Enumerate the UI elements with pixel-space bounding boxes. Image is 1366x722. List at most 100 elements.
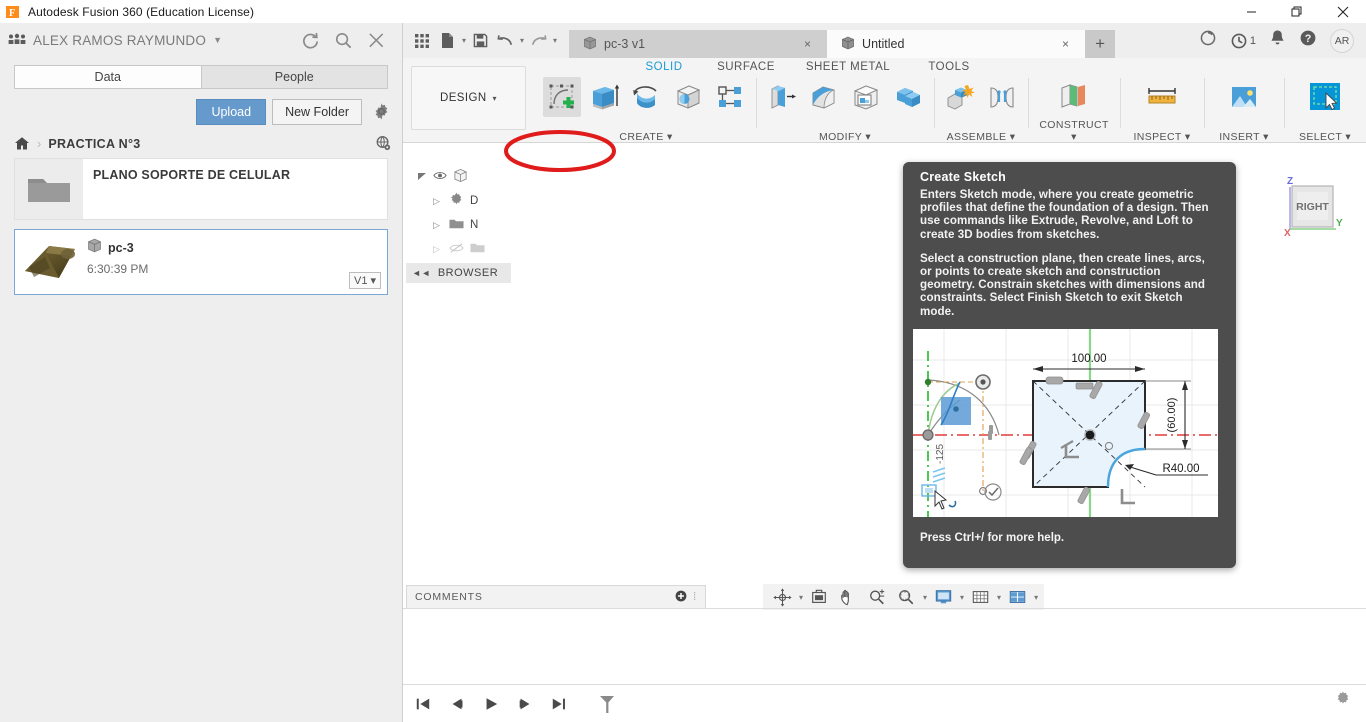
add-comment-icon[interactable]	[675, 590, 687, 605]
comments-bar[interactable]: COMMENTS ⁞	[406, 585, 706, 609]
version-badge[interactable]: V1 ▾	[349, 272, 381, 289]
new-document-tab-button[interactable]: +	[1085, 30, 1116, 58]
measure-icon[interactable]	[1143, 77, 1181, 117]
user-name-label[interactable]: ALEX RAMOS RAYMUNDO	[33, 33, 206, 48]
orbit-caret-icon[interactable]: ▾	[799, 593, 803, 602]
new-document-icon[interactable]	[436, 30, 458, 52]
zoom-window-icon[interactable]	[893, 586, 919, 608]
maximize-button[interactable]	[1274, 0, 1320, 23]
folder-item[interactable]: PLANO SOPORTE DE CELULAR	[14, 158, 388, 220]
breadcrumb-current[interactable]: PRACTICA N°3	[48, 137, 140, 151]
offset-plane-icon[interactable]	[1055, 77, 1093, 117]
ribbon-panel-inspect: INSPECT ▾	[1120, 73, 1204, 148]
select-panel-icons	[1291, 75, 1359, 119]
home-icon[interactable]	[14, 136, 30, 151]
data-panel-settings-gear-icon[interactable]	[372, 102, 392, 122]
search-icon[interactable]	[334, 31, 353, 50]
upload-button[interactable]: Upload	[196, 99, 267, 125]
ribbon-panel-select: SELECT ▾	[1284, 73, 1366, 148]
hidden-eye-icon[interactable]	[449, 242, 464, 257]
construct-panel-label[interactable]: CONSTRUCT ▾	[1035, 119, 1113, 146]
display-settings-caret-icon[interactable]: ▾	[960, 593, 964, 602]
zoom-window-caret-icon[interactable]: ▾	[923, 593, 927, 602]
select-label-text: SELECT	[1298, 131, 1343, 143]
settings-gear-icon[interactable]	[1334, 690, 1352, 713]
joint-icon[interactable]	[983, 77, 1021, 117]
grid-apps-icon[interactable]	[411, 30, 433, 52]
fillet-icon[interactable]	[805, 77, 843, 117]
browser-collapse-icon[interactable]: ◄◄	[412, 268, 431, 278]
ribbon-tab-surface[interactable]: SURFACE	[700, 61, 792, 73]
view-cube[interactable]: Z Y X RIGHT	[1278, 171, 1348, 241]
browser-node-root[interactable]	[417, 165, 517, 189]
recent-count-badge: 1	[1249, 34, 1256, 47]
file-item-pc3[interactable]: pc-3 6:30:39 PM V1 ▾	[14, 229, 388, 295]
new-folder-button[interactable]: New Folder	[272, 99, 362, 125]
ribbon-tab-tools[interactable]: TOOLS	[904, 61, 994, 73]
close-panel-icon[interactable]	[367, 31, 386, 50]
pattern-icon[interactable]	[711, 77, 749, 117]
viewports-icon[interactable]	[1004, 586, 1030, 608]
file-list: PLANO SOPORTE DE CELULAR pc-3 6:30:39 PM…	[0, 158, 402, 295]
combine-icon[interactable]	[889, 77, 927, 117]
viewports-caret-icon[interactable]: ▾	[1034, 593, 1038, 602]
document-tab-untitled[interactable]: Untitled ×	[827, 30, 1086, 58]
tab-people[interactable]: People	[200, 65, 388, 89]
shell-icon[interactable]	[847, 77, 885, 117]
step-forward-icon[interactable]	[513, 692, 537, 716]
zoom-icon[interactable]	[864, 586, 890, 608]
avatar[interactable]: AR	[1330, 28, 1354, 53]
tab-data[interactable]: Data	[14, 65, 201, 89]
recent-activity-icon[interactable]: 1	[1230, 32, 1256, 50]
expand-triangle-icon[interactable]: ▷	[433, 220, 443, 231]
expand-triangle-icon[interactable]: ▷	[433, 244, 443, 255]
grid-snaps-icon[interactable]	[967, 586, 993, 608]
display-settings-icon[interactable]	[930, 586, 956, 608]
job-status-icon[interactable]	[1199, 29, 1217, 52]
press-pull-icon[interactable]	[763, 77, 801, 117]
sweep-icon[interactable]	[669, 77, 707, 117]
document-tab-label: pc-3 v1	[604, 37, 646, 51]
filter-icon[interactable]	[595, 692, 619, 716]
notification-bell-icon[interactable]	[1269, 29, 1286, 52]
new-component-icon[interactable]	[941, 77, 979, 117]
revolve-icon[interactable]	[627, 77, 665, 117]
document-tab-close-icon[interactable]: ×	[1062, 37, 1075, 51]
workspace-switcher[interactable]: DESIGN ▾	[411, 66, 526, 130]
ribbon-tab-sheet-metal[interactable]: SHEET METAL	[792, 61, 904, 73]
minimize-button[interactable]	[1228, 0, 1274, 23]
comments-resize-handle[interactable]: ⁞	[693, 591, 697, 603]
new-document-caret-icon[interactable]: ▾	[462, 36, 466, 45]
grid-snaps-caret-icon[interactable]: ▾	[997, 593, 1001, 602]
step-back-icon[interactable]	[445, 692, 469, 716]
close-button[interactable]	[1320, 0, 1366, 23]
globe-share-icon[interactable]	[375, 135, 392, 152]
skip-to-beginning-icon[interactable]	[411, 692, 435, 716]
document-tab-close-icon[interactable]: ×	[804, 37, 817, 51]
skip-to-end-icon[interactable]	[547, 692, 571, 716]
orbit-icon[interactable]	[769, 586, 795, 608]
collapse-triangle-icon[interactable]	[417, 171, 427, 184]
select-window-icon[interactable]	[1306, 77, 1344, 117]
create-sketch-icon[interactable]	[543, 77, 581, 117]
eye-icon[interactable]	[433, 170, 447, 184]
document-tab-pc3[interactable]: pc-3 v1 ×	[569, 30, 828, 58]
refresh-icon[interactable]	[301, 31, 320, 50]
undo-icon[interactable]	[494, 30, 516, 52]
look-at-icon[interactable]	[806, 586, 832, 608]
expand-triangle-icon[interactable]: ▷	[433, 196, 443, 207]
help-icon[interactable]: ?	[1299, 29, 1317, 52]
redo-icon[interactable]	[527, 30, 549, 52]
browser-node-document-settings[interactable]: ▷ D	[417, 189, 517, 213]
redo-caret-icon[interactable]: ▾	[553, 36, 557, 45]
user-menu-caret-icon[interactable]: ▼	[213, 35, 222, 45]
undo-caret-icon[interactable]: ▾	[520, 36, 524, 45]
extrude-icon[interactable]	[585, 77, 623, 117]
play-icon[interactable]	[479, 692, 503, 716]
browser-node-origin[interactable]: ▷	[417, 237, 517, 261]
browser-node-named-views[interactable]: ▷ N	[417, 213, 517, 237]
save-icon[interactable]	[469, 30, 491, 52]
insert-image-icon[interactable]	[1225, 77, 1263, 117]
ribbon-tab-solid[interactable]: SOLID	[628, 61, 700, 73]
pan-icon[interactable]	[835, 586, 861, 608]
